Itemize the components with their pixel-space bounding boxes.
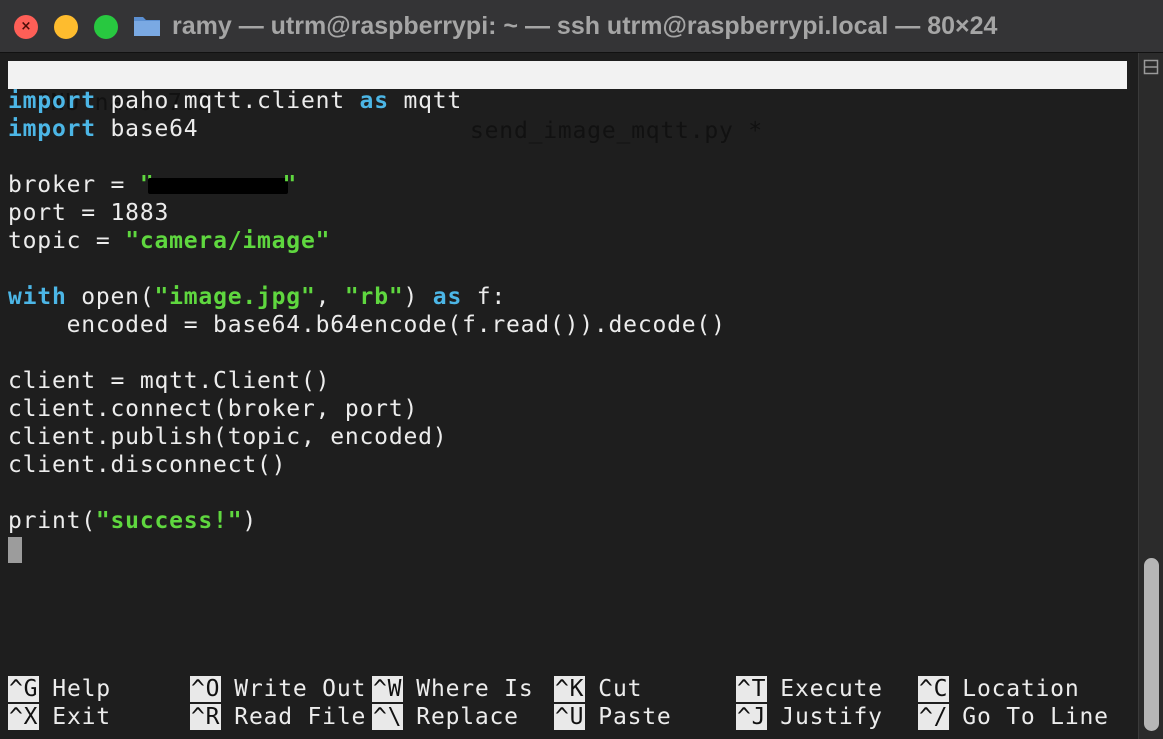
close-icon: ×	[20, 19, 32, 34]
code-line[interactable]: print("success!")	[8, 507, 257, 535]
keyword: with	[8, 284, 67, 310]
shortcut-key: ^W	[372, 676, 404, 702]
zoom-icon	[94, 15, 118, 39]
shortcut-key: ^T	[736, 676, 768, 702]
shortcut-where-is[interactable]: ^W Where Is	[372, 675, 533, 703]
code-text: paho.mqtt.client	[95, 88, 360, 114]
folder-icon	[134, 17, 160, 36]
string-literal: "rb"	[344, 284, 404, 310]
code-line[interactable]: broker = " "	[8, 171, 297, 199]
shortcut-key: ^C	[918, 676, 950, 702]
code-line[interactable]: client.publish(topic, encoded)	[8, 423, 447, 451]
scrollbar[interactable]	[1138, 53, 1163, 739]
shortcut-label: Location	[962, 676, 1080, 702]
shortcut-label: Cut	[598, 676, 643, 702]
code-line[interactable]: port = 1883	[8, 199, 169, 227]
string-literal: "	[282, 172, 298, 198]
shortcut-justify[interactable]: ^J Justify	[736, 703, 883, 731]
shortcut-key: ^R	[190, 704, 222, 730]
code-text: open(	[66, 284, 155, 310]
shortcut-key: ^O	[190, 676, 222, 702]
shortcut-label: Paste	[598, 704, 672, 730]
code-text: base64	[95, 116, 199, 142]
shortcut-read-file[interactable]: ^R Read File	[190, 703, 366, 731]
minimize-button[interactable]	[54, 15, 78, 39]
shortcut-key: ^G	[8, 676, 40, 702]
code-line[interactable]: import paho.mqtt.client as mqtt	[8, 87, 462, 115]
code-line[interactable]: topic = "camera/image"	[8, 227, 330, 255]
shortcut-replace[interactable]: ^\ Replace	[372, 703, 519, 731]
file-name: send_image_mqtt.py *	[470, 118, 763, 144]
code-line[interactable]: client = mqtt.Client()	[8, 367, 330, 395]
shortcut-label: Help	[52, 676, 111, 702]
redacted-value	[148, 177, 289, 194]
code-text: broker =	[8, 172, 140, 198]
code-line[interactable]: client.disconnect()	[8, 451, 286, 479]
shortcut-help[interactable]: ^G Help	[8, 675, 111, 703]
minimize-icon	[54, 15, 78, 39]
shortcut-go-to-line[interactable]: ^/ Go To Line	[918, 703, 1109, 731]
shortcut-label: Justify	[780, 704, 883, 730]
text-cursor	[8, 537, 22, 563]
code-text: )	[242, 508, 258, 534]
code-text: topic =	[8, 228, 126, 254]
string-literal: "camera/image"	[125, 228, 331, 254]
shortcut-write-out[interactable]: ^O Write Out	[190, 675, 366, 703]
title-bar: × ramy — utrm@raspberrypi: ~ — ssh utrm@…	[0, 0, 1163, 53]
shortcut-label: Replace	[416, 704, 519, 730]
shortcut-label: Go To Line	[962, 704, 1109, 730]
shortcut-key: ^K	[554, 676, 586, 702]
code-line[interactable]: import base64	[8, 115, 198, 143]
shortcut-execute[interactable]: ^T Execute	[736, 675, 883, 703]
close-button[interactable]: ×	[14, 15, 38, 39]
shortcut-key: ^X	[8, 704, 40, 730]
shortcut-label: Exit	[52, 704, 111, 730]
string-literal: "image.jpg"	[154, 284, 316, 310]
code-text: print(	[8, 508, 96, 534]
window-title: ramy — utrm@raspberrypi: ~ — ssh utrm@ra…	[172, 12, 998, 40]
code-line[interactable]: client.connect(broker, port)	[8, 395, 418, 423]
shortcut-paste[interactable]: ^U Paste	[554, 703, 672, 731]
nano-header: GNU nano 7.2 send_image_mqtt.py *	[8, 61, 1127, 144]
code-text: )	[403, 284, 433, 310]
code-line[interactable]: with open("image.jpg", "rb") as f:	[8, 283, 506, 311]
shortcut-label: Write Out	[234, 676, 367, 702]
zoom-button[interactable]	[94, 15, 118, 39]
shortcut-exit[interactable]: ^X Exit	[8, 703, 111, 731]
keyword: import	[8, 116, 96, 142]
code-text: f:	[462, 284, 507, 310]
keyword: as	[432, 284, 463, 310]
string-literal: "success!"	[95, 508, 243, 534]
shortcut-key: ^U	[554, 704, 586, 730]
shortcut-key: ^\	[372, 704, 404, 730]
shortcut-key: ^J	[736, 704, 768, 730]
shortcut-location[interactable]: ^C Location	[918, 675, 1079, 703]
keyword: as	[359, 88, 389, 114]
keyword: import	[8, 88, 96, 114]
shortcut-key: ^/	[918, 704, 950, 730]
code-text: mqtt	[388, 88, 463, 114]
scrollbar-thumb[interactable]	[1144, 558, 1159, 731]
code-line[interactable]: encoded = base64.b64encode(f.read()).dec…	[8, 311, 726, 339]
shortcut-label: Read File	[234, 704, 367, 730]
split-pane-icon[interactable]	[1143, 59, 1159, 75]
code-text: ,	[315, 284, 345, 310]
shortcut-label: Where Is	[416, 676, 534, 702]
shortcut-label: Execute	[780, 676, 883, 702]
shortcut-cut[interactable]: ^K Cut	[554, 675, 642, 703]
